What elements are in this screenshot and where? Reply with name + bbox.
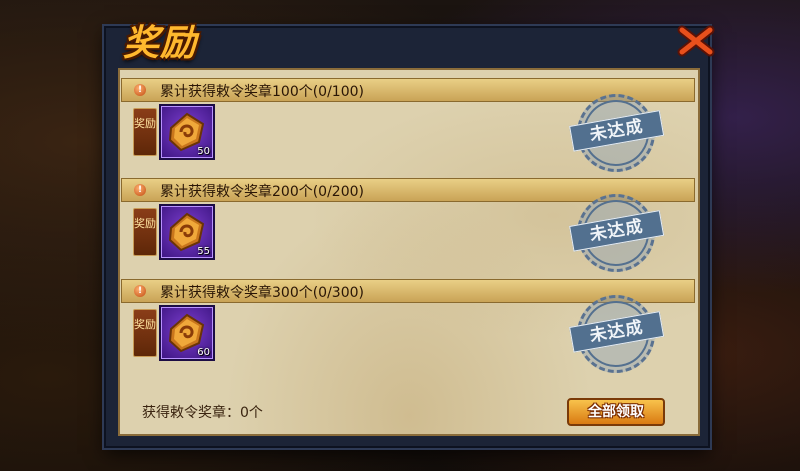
status-stamp: 未达成: [569, 187, 665, 279]
item-count: 50: [197, 146, 210, 157]
close-button[interactable]: [676, 24, 716, 58]
reward-label: 奖励: [133, 208, 157, 256]
item-count: 60: [197, 347, 210, 358]
reward-label: 奖励: [133, 309, 157, 357]
close-x-icon: [677, 25, 715, 57]
task-row: ! 累计获得敕令奖章200个(0/200) 奖励 55 未达成: [121, 178, 695, 279]
dialog-title: 奖励: [123, 23, 198, 64]
reward-label: 奖励: [133, 108, 157, 156]
status-stamp: 未达成: [569, 288, 665, 380]
exclamation-icon: !: [134, 285, 146, 297]
task-row: ! 累计获得敕令奖章100个(0/100) 奖励 50 未达成: [121, 78, 695, 179]
task-title: 累计获得敕令奖章200个(0/200): [160, 184, 364, 200]
medal-summary: 获得敕令奖章：0个: [142, 405, 263, 421]
task-title: 累计获得敕令奖章100个(0/100): [160, 84, 364, 100]
claim-all-button[interactable]: 全部领取: [567, 398, 665, 426]
dialog-title-banner: 奖励: [115, 8, 225, 66]
exclamation-icon: !: [134, 84, 146, 96]
status-stamp: 未达成: [569, 87, 665, 179]
reward-item-slot[interactable]: 60: [159, 305, 215, 361]
reward-item-slot[interactable]: 50: [159, 104, 215, 160]
item-count: 55: [197, 246, 210, 257]
reward-item-slot[interactable]: 55: [159, 204, 215, 260]
task-title: 累计获得敕令奖章300个(0/300): [160, 285, 364, 301]
task-row: ! 累计获得敕令奖章300个(0/300) 奖励 60 未达成: [121, 279, 695, 380]
exclamation-icon: !: [134, 184, 146, 196]
